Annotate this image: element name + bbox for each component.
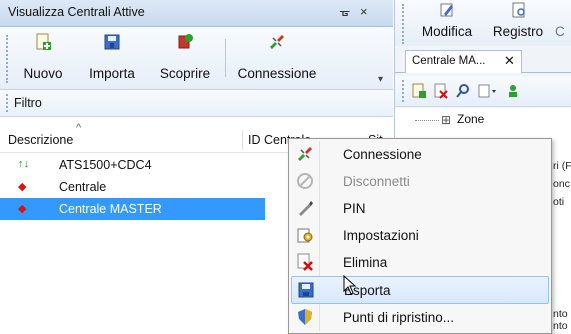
- pin-pen-icon: [299, 201, 313, 216]
- context-menu: Connessione Disconnetti PIN Impostazioni…: [288, 138, 552, 334]
- truncated-text: ri (F: [553, 160, 571, 172]
- log-button[interactable]: Registro: [487, 0, 549, 46]
- toolbar-grip[interactable]: [402, 80, 406, 102]
- menu-item-label: Disconnetti: [343, 174, 410, 189]
- updown-arrows-icon: ↑↓: [18, 158, 29, 170]
- add-icon[interactable]: [411, 83, 427, 99]
- menu-item-label: Elimina: [343, 255, 388, 270]
- toolbar-grip[interactable]: [6, 35, 10, 83]
- truncated-text: onc: [553, 178, 570, 190]
- tab-label: Centrale MA...: [412, 55, 486, 67]
- new-document-icon: [36, 33, 51, 50]
- menu-item-punti-ripristino[interactable]: Punti di ripristino...: [291, 304, 547, 330]
- menu-item-elimina[interactable]: Elimina: [291, 249, 547, 275]
- search-icon[interactable]: [455, 83, 471, 99]
- sort-ascending-icon: ^: [76, 122, 82, 134]
- tab-strip: Centrale MA... ✕: [395, 48, 571, 73]
- toolbar-separator: [225, 39, 226, 77]
- column-separator[interactable]: [242, 130, 243, 150]
- menu-item-label: Impostazioni: [343, 228, 419, 243]
- connection-button[interactable]: Connessione: [229, 27, 325, 87]
- settings-icon: [297, 228, 313, 243]
- list-item[interactable]: ◆ Centrale: [0, 176, 265, 198]
- log-button-label: Registro: [492, 24, 544, 39]
- truncated-text: nto: [553, 308, 568, 320]
- red-diamond-icon: ◆: [18, 203, 27, 215]
- mouse-cursor-icon: [343, 275, 357, 295]
- edit-button-label: Modifica: [421, 24, 473, 39]
- pane-title-bar: Visualizza Centrali Attive ᚗ ×: [0, 0, 393, 27]
- filter-bar: Filtro: [0, 90, 393, 117]
- list-item[interactable]: ↑↓ ATS1500+CDC4: [0, 154, 265, 176]
- edit-button[interactable]: Modifica: [411, 0, 483, 46]
- disconnect-icon: [297, 173, 313, 189]
- toolbar-overflow-icon[interactable]: ▾: [378, 74, 383, 85]
- column-description[interactable]: Descrizione: [8, 133, 73, 147]
- close-icon[interactable]: ×: [360, 4, 368, 19]
- log-icon: [512, 2, 525, 18]
- discover-button-label: Scoprire: [159, 66, 211, 81]
- delete-icon: [297, 253, 313, 271]
- red-diamond-icon: ◆: [18, 181, 27, 193]
- save-icon: [298, 282, 314, 298]
- truncated-toolbar-label[interactable]: C: [555, 24, 565, 39]
- remove-icon[interactable]: [433, 83, 449, 99]
- menu-item-label: Punti di ripristino...: [343, 310, 455, 325]
- import-button[interactable]: Importa: [78, 27, 146, 87]
- filter-label[interactable]: Filtro: [14, 96, 42, 110]
- import-icon: [104, 34, 120, 50]
- menu-item-disconnetti[interactable]: Disconnetti: [291, 168, 547, 194]
- tab-close-icon[interactable]: ✕: [504, 53, 515, 69]
- connection-icon: [270, 35, 284, 49]
- pane-title: Visualizza Centrali Attive: [8, 5, 145, 19]
- new-button-label: Nuovo: [23, 66, 63, 81]
- users-icon[interactable]: [507, 83, 523, 99]
- discover-icon: [178, 34, 193, 49]
- connection-icon: [298, 147, 312, 161]
- filter-grip[interactable]: [6, 94, 10, 112]
- tab-centrale-master[interactable]: Centrale MA... ✕: [405, 50, 522, 73]
- main-toolbar: Nuovo Importa Scoprire Connessione ▾: [0, 27, 393, 90]
- shield-icon: [298, 309, 312, 325]
- tree-connector: [415, 120, 439, 121]
- list-item-label: Centrale: [59, 180, 107, 194]
- new-button[interactable]: Nuovo: [12, 27, 74, 87]
- truncated-text: oti: [553, 196, 565, 208]
- import-button-label: Importa: [89, 66, 135, 81]
- device-dropdown-icon[interactable]: [477, 83, 499, 99]
- discover-button[interactable]: Scoprire: [150, 27, 220, 87]
- detail-toolbar: Modifica Registro C: [395, 0, 571, 46]
- detail-secondary-toolbar: [395, 76, 571, 107]
- connection-button-label: Connessione: [237, 66, 317, 81]
- menu-item-esporta[interactable]: Esporta: [291, 276, 549, 304]
- menu-item-label: PIN: [343, 201, 366, 216]
- menu-item-pin[interactable]: PIN: [291, 195, 547, 221]
- toolbar-grip[interactable]: [402, 4, 406, 44]
- truncated-text: nto: [553, 320, 568, 332]
- menu-item-impostazioni[interactable]: Impostazioni: [291, 222, 547, 248]
- menu-item-connessione[interactable]: Connessione: [291, 141, 547, 167]
- pin-icon[interactable]: ᚗ: [340, 4, 349, 18]
- list-item-label: ATS1500+CDC4: [59, 158, 152, 172]
- list-item-label: Centrale MASTER: [59, 202, 162, 216]
- list-item-selected[interactable]: ◆ Centrale MASTER: [0, 198, 265, 220]
- edit-icon: [440, 3, 453, 17]
- zone-node-icon: ⊞: [441, 113, 452, 127]
- tree-node-zone[interactable]: Zone: [457, 112, 484, 126]
- menu-item-label: Connessione: [343, 147, 422, 162]
